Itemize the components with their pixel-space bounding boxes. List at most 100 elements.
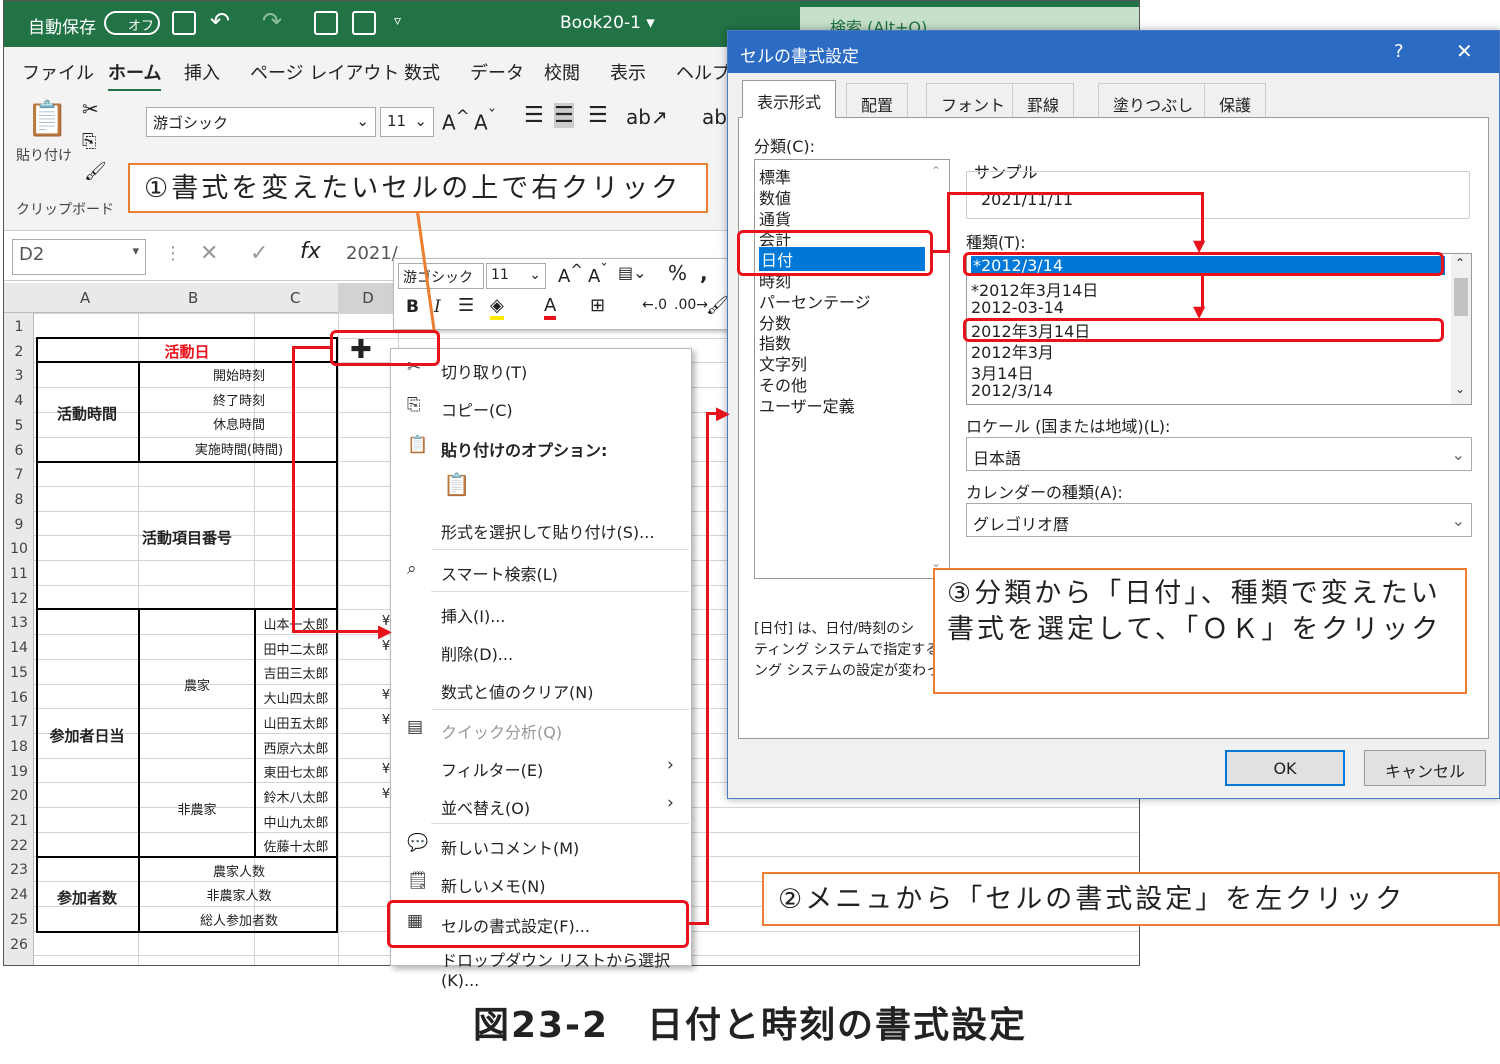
highlight-date-category bbox=[737, 230, 933, 276]
chevron-right-icon: › bbox=[667, 755, 674, 775]
figure-caption: 図23-2 日付と時刻の書式設定 bbox=[472, 1005, 1028, 1046]
paste-option-icon[interactable]: 📋 bbox=[443, 473, 470, 498]
dialog-tab[interactable]: 表示形式 bbox=[742, 80, 837, 118]
calendar-dropdown-icon: ⌄ bbox=[1451, 511, 1465, 530]
menu-icon: 🗒 bbox=[407, 871, 429, 891]
dialog-tab[interactable]: 配置 bbox=[846, 83, 909, 117]
cell-farmer-count[interactable]: 農家人数 bbox=[140, 861, 338, 880]
menu-item: 貼り付けのオプション: bbox=[441, 441, 608, 460]
callout-step3: ③分類から「日付」、種類で変えたい書式を選定して、「ＯＫ」をクリック bbox=[933, 568, 1467, 694]
category-item[interactable]: ユーザー定義 bbox=[759, 393, 855, 417]
menu-icon: 📋 bbox=[407, 435, 429, 455]
menu-item[interactable]: 数式と値のクリア(N) bbox=[441, 679, 593, 703]
mini-format-painter-icon[interactable]: 🖌 bbox=[706, 295, 729, 316]
menu-item[interactable]: 削除(D)... bbox=[441, 641, 513, 665]
category-scroll-up-icon[interactable]: ⌃ bbox=[931, 164, 941, 178]
help-button[interactable]: ? bbox=[1394, 41, 1404, 62]
menu-item[interactable]: 形式を選択して貼り付け(S)... bbox=[441, 519, 654, 543]
cell-participant-name[interactable]: 山田五太郎 bbox=[254, 713, 338, 732]
type-scroll-thumb[interactable] bbox=[1454, 278, 1468, 316]
locale-label: ロケール (国または地域)(L): bbox=[966, 417, 1171, 436]
mini-comma-icon[interactable]: , bbox=[700, 261, 708, 285]
menu-item[interactable]: 並べ替え(O) bbox=[441, 795, 530, 819]
table-border bbox=[36, 931, 338, 933]
menu-item[interactable]: コピー(C) bbox=[441, 397, 513, 421]
close-button[interactable]: ✕ bbox=[1456, 39, 1473, 63]
category-list[interactable]: ⌃ ⌄ 標準 数値 通貨 会計 日付 時刻 パーセンテージ 分数 指数 文字列 その他 ユーザー定義 bbox=[754, 159, 950, 579]
menu-item[interactable]: 切り取り(T) bbox=[441, 359, 527, 383]
menu-item[interactable]: フィルター(E) bbox=[441, 757, 543, 781]
cell-participant-name[interactable]: 中山九太郎 bbox=[254, 812, 338, 831]
dialog-tab[interactable]: 塗りつぶし bbox=[1098, 83, 1209, 117]
mini-bold-icon[interactable]: B bbox=[406, 297, 419, 317]
cell-participants-daily[interactable]: 参加者日当 bbox=[36, 725, 138, 746]
cell-activity-time[interactable]: 活動時間 bbox=[36, 403, 138, 424]
cell-end-time[interactable]: 終了時刻 bbox=[140, 390, 338, 409]
type-scroll-down-icon[interactable]: ⌄ bbox=[1455, 382, 1465, 396]
mini-size-select[interactable]: 11 ⌄ bbox=[486, 263, 546, 289]
cell-farmer[interactable]: 農家 bbox=[140, 675, 254, 694]
callout-step1: ①書式を変えたいセルの上で右クリック bbox=[128, 163, 708, 213]
locale-select[interactable]: 日本語 ⌄ bbox=[966, 437, 1472, 471]
callout-step2: ②メニュから「セルの書式設定」を左クリック bbox=[762, 872, 1500, 926]
cell-work-hours[interactable]: 実施時間(時間) bbox=[140, 439, 338, 458]
dialog-tab[interactable]: 罫線 bbox=[1012, 83, 1075, 117]
menu-item[interactable]: 新しいコメント(M) bbox=[441, 835, 579, 859]
arrow-right-icon: ▶ bbox=[716, 403, 730, 424]
menu-icon: ▤ bbox=[407, 717, 424, 737]
arrow-down-icon: ▼ bbox=[1193, 236, 1206, 255]
dialog-tab[interactable]: 保護 bbox=[1204, 83, 1267, 117]
cell-participant-name[interactable]: 大山四太郎 bbox=[254, 688, 338, 707]
mini-font-color-icon[interactable]: A bbox=[544, 295, 557, 320]
menu-item[interactable]: クイック分析(Q) bbox=[441, 719, 562, 743]
connector-line bbox=[292, 630, 388, 633]
mini-italic-icon[interactable]: I bbox=[434, 297, 441, 317]
cancel-button[interactable]: キャンセル bbox=[1364, 750, 1486, 786]
cell-participant-name[interactable]: 吉田三太郎 bbox=[254, 663, 338, 682]
type-item[interactable]: 2012/3/14 bbox=[971, 381, 1053, 400]
connector-line bbox=[947, 192, 1203, 195]
menu-icon: ⌕ bbox=[407, 559, 417, 579]
menu-item[interactable]: スマート検索(L) bbox=[441, 561, 558, 585]
calendar-select[interactable]: グレゴリオ暦 ⌄ bbox=[966, 503, 1472, 537]
cell-participant-name[interactable]: 鈴木八太郎 bbox=[254, 787, 338, 806]
mini-percent-icon[interactable]: % bbox=[668, 261, 687, 285]
connector-line bbox=[947, 192, 950, 253]
dialog-title-bar: セルの書式設定 ? ✕ bbox=[728, 31, 1499, 73]
mini-increase-decimal-icon[interactable]: ←.0 bbox=[642, 297, 667, 313]
highlight-target-cell bbox=[330, 330, 440, 366]
mini-decrease-font-icon[interactable]: Aˇ bbox=[588, 261, 608, 287]
cell-non-farmer[interactable]: 非農家 bbox=[140, 799, 254, 818]
connector-line bbox=[292, 346, 295, 632]
highlight-type-choice bbox=[963, 318, 1444, 342]
cell-participant-name[interactable]: 佐藤十太郎 bbox=[254, 836, 338, 855]
cell-participant-name[interactable]: 田中二太郎 bbox=[254, 639, 338, 658]
menu-item[interactable]: 挿入(I)... bbox=[441, 603, 505, 627]
mini-font-select[interactable]: 游ゴシック bbox=[398, 263, 484, 289]
table-border bbox=[36, 337, 38, 933]
mini-borders-icon[interactable]: ⊞ bbox=[590, 295, 605, 316]
cell-participant-name[interactable]: 西原六太郎 bbox=[254, 738, 338, 757]
cell-participant-count[interactable]: 参加者数 bbox=[36, 887, 138, 908]
mini-decrease-decimal-icon[interactable]: .00→ bbox=[674, 297, 708, 313]
type-scrollbar[interactable]: ⌃ ⌄ bbox=[1451, 254, 1471, 404]
menu-separator bbox=[431, 549, 689, 550]
type-scroll-up-icon[interactable]: ⌃ bbox=[1455, 256, 1465, 270]
type-item[interactable]: 2012-03-14 bbox=[971, 298, 1064, 317]
cell-total-count[interactable]: 総人参加者数 bbox=[140, 910, 338, 929]
menu-item[interactable]: 新しいメモ(N) bbox=[441, 873, 545, 897]
mini-increase-font-icon[interactable]: A^ bbox=[558, 261, 583, 287]
ok-button[interactable]: OK bbox=[1225, 750, 1345, 786]
mini-fill-color-icon[interactable]: ◈ bbox=[490, 295, 504, 320]
locale-dropdown-icon: ⌄ bbox=[1451, 445, 1465, 464]
table-border bbox=[36, 337, 338, 339]
cell-participant-name[interactable]: 東田七太郎 bbox=[254, 762, 338, 781]
dialog-tab[interactable]: フォント bbox=[926, 83, 1021, 117]
menu-item[interactable]: ドロップダウン リストから選択(K)... bbox=[441, 947, 691, 990]
cell-start-time[interactable]: 開始時刻 bbox=[140, 365, 338, 384]
cell-non-farmer-count[interactable]: 非農家人数 bbox=[140, 885, 338, 904]
dialog-title: セルの書式設定 bbox=[740, 47, 859, 67]
mini-number-format-icon[interactable]: ▤⌄ bbox=[618, 263, 647, 282]
cell-break-time[interactable]: 休息時間 bbox=[140, 414, 338, 433]
mini-align-icon[interactable]: ☰ bbox=[458, 295, 474, 316]
